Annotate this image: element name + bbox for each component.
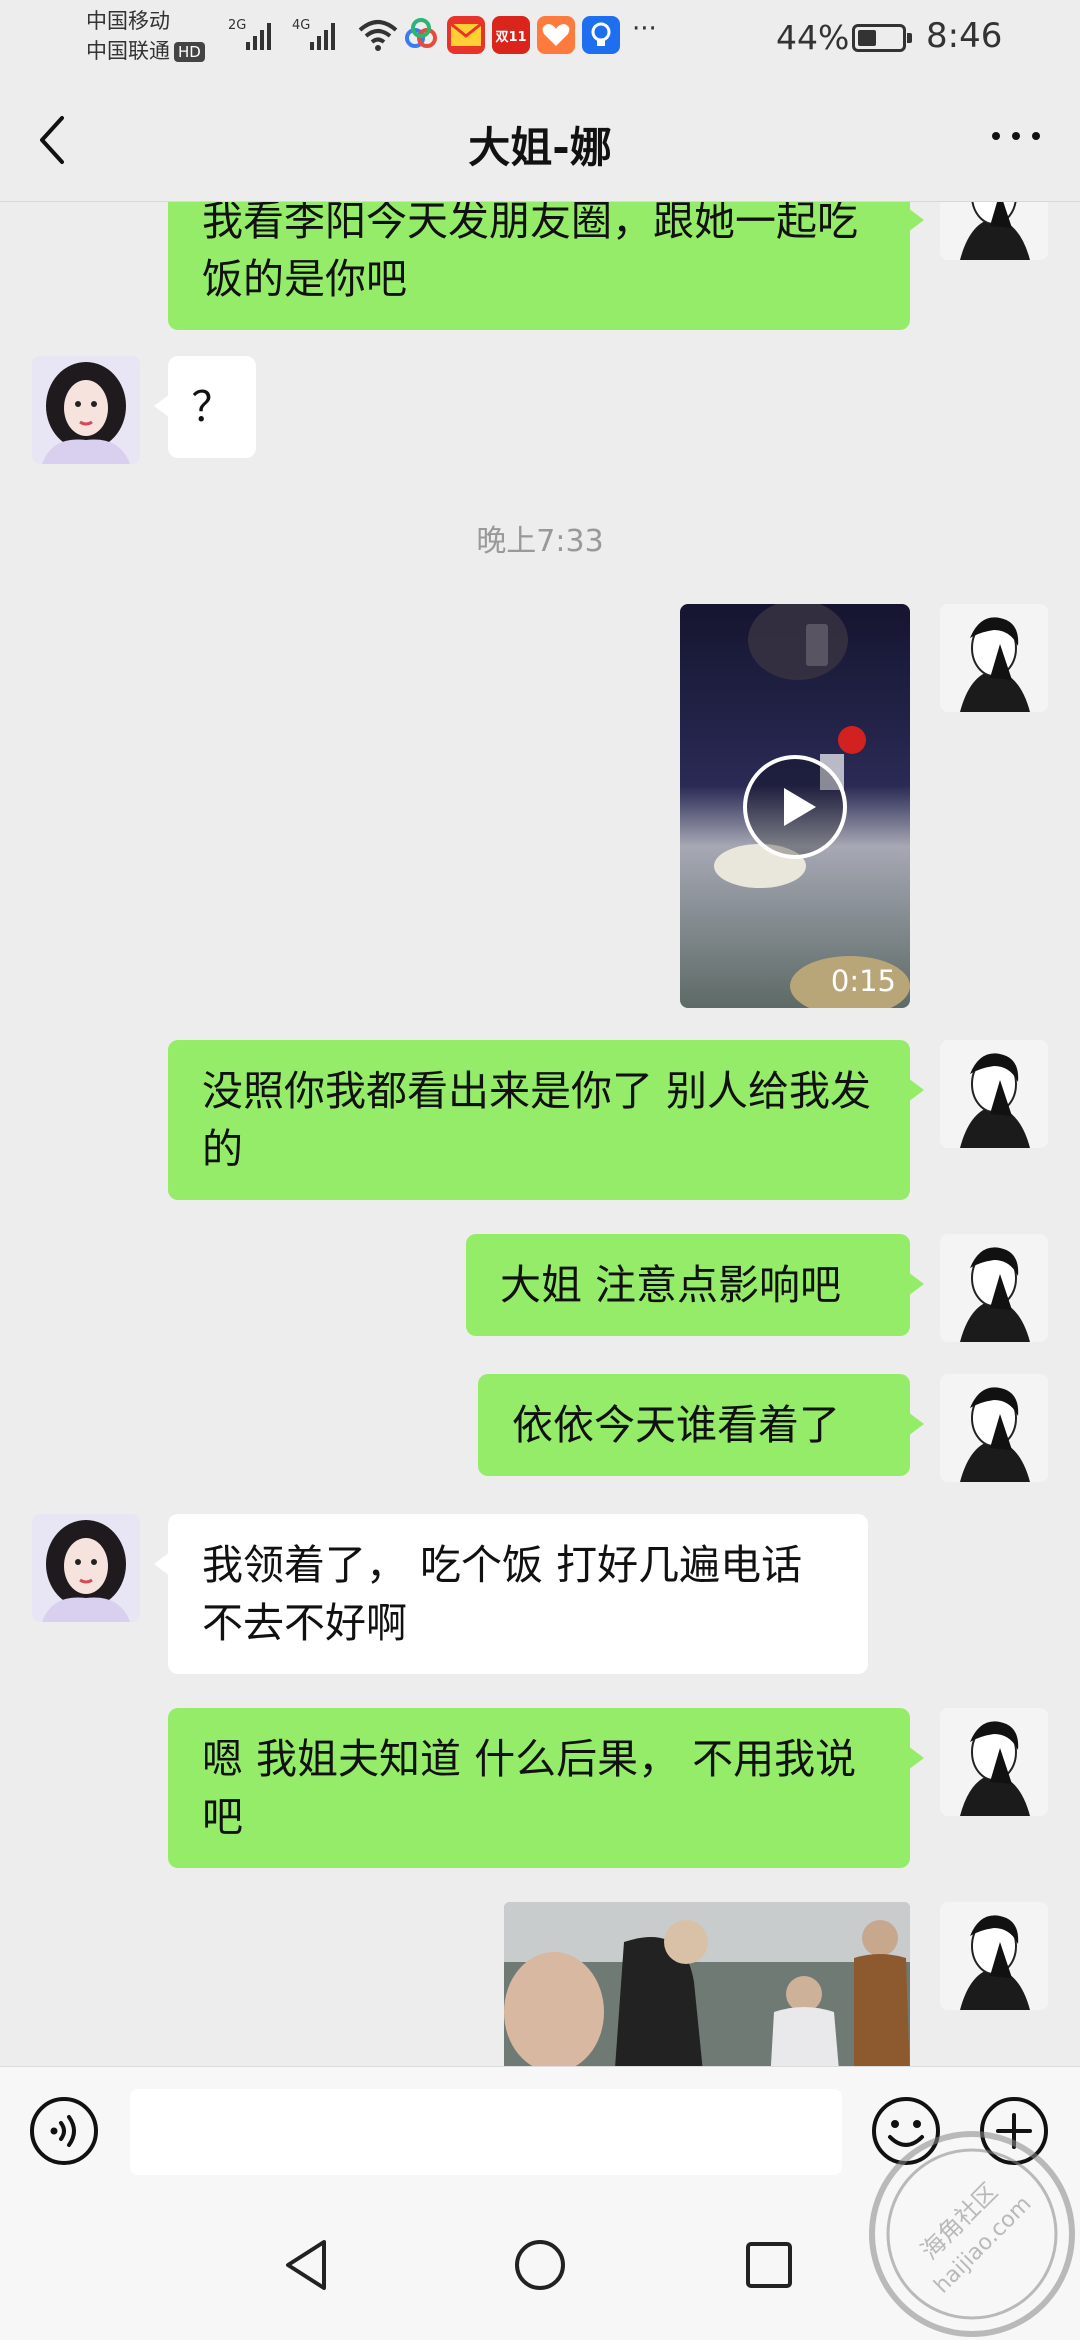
cloud-app-icon	[405, 18, 437, 48]
message-text: 嗯 我姐夫知道 什么后果， 不用我说吧	[202, 1735, 857, 1841]
image-message[interactable]	[504, 1902, 910, 2066]
message-bubble-outgoing[interactable]: 依依今天谁看着了	[478, 1374, 924, 1476]
watermark-logo: 海角社区 haijiao.com	[869, 2131, 1075, 2337]
chat-title: 大姐-娜	[468, 123, 612, 172]
carrier-info: 中国移动 中国联通 HD	[86, 6, 205, 66]
shopping-app-icon: 双11	[492, 16, 530, 54]
video-duration: 0:15	[830, 964, 896, 998]
my-avatar[interactable]	[940, 604, 1048, 712]
my-avatar[interactable]	[940, 1040, 1048, 1148]
contact-avatar[interactable]	[32, 356, 140, 464]
signal-type-1: 2G	[228, 18, 247, 33]
more-notifications-icon: ···	[632, 14, 657, 44]
nav-back-icon[interactable]	[272, 2230, 342, 2300]
clock: 8:46	[926, 16, 1003, 56]
wifi-icon	[358, 20, 398, 51]
play-icon[interactable]	[742, 754, 848, 860]
message-bubble-outgoing[interactable]: 大姐 注意点影响吧	[466, 1234, 924, 1336]
message-bubble-incoming[interactable]: 我领着了， 吃个饭 打好几遍电话 不去不好啊	[154, 1514, 868, 1674]
message-text: 我看李阳今天发朋友圈，跟她一起吃饭的是你吧	[202, 202, 858, 303]
voice-icon[interactable]	[28, 2095, 100, 2167]
message-text: 我领着了， 吃个饭 打好几遍电话 不去不好啊	[202, 1541, 803, 1647]
carrier-1: 中国移动	[86, 9, 170, 33]
my-avatar[interactable]	[940, 1234, 1048, 1342]
battery-percent: 44%	[776, 18, 850, 57]
nav-home-icon[interactable]	[505, 2230, 575, 2300]
chat-header: 大姐-娜	[0, 76, 1080, 202]
my-avatar[interactable]	[940, 1902, 1048, 2010]
hd-badge: HD	[174, 42, 205, 62]
message-bubble-outgoing[interactable]: 没照你我都看出来是你了 别人给我发的	[168, 1040, 924, 1200]
message-input[interactable]	[130, 2089, 842, 2175]
message-bubble-outgoing[interactable]: 嗯 我姐夫知道 什么后果， 不用我说吧	[168, 1708, 924, 1868]
signal-type-2: 4G	[292, 18, 311, 33]
contact-avatar[interactable]	[32, 1514, 140, 1622]
more-options-icon[interactable]	[986, 116, 1046, 156]
timestamp: 晚上7:33	[476, 524, 604, 559]
my-avatar[interactable]	[940, 202, 1048, 260]
status-bar: 中国移动 中国联通 HD 2G 4G 双11 ··· 44% 8:46	[0, 0, 1080, 76]
message-list[interactable]: 我看李阳今天发朋友圈，跟她一起吃饭的是你吧 ？ 晚上7:33 0:15 没照你我…	[0, 202, 1080, 2066]
nav-recents-icon[interactable]	[734, 2230, 804, 2300]
signal-bars-1-icon	[246, 20, 271, 50]
message-text: 没照你我都看出来是你了 别人给我发的	[202, 1067, 872, 1173]
carrier-2: 中国联通	[86, 39, 170, 63]
message-bubble-outgoing[interactable]: 我看李阳今天发朋友圈，跟她一起吃饭的是你吧	[168, 202, 924, 330]
message-text: 依依今天谁看着了	[512, 1401, 840, 1449]
signal-bars-2-icon	[310, 20, 335, 50]
lightbulb-app-icon	[582, 16, 620, 54]
message-text: ？	[191, 383, 233, 431]
video-message[interactable]: 0:15	[680, 604, 910, 1008]
health-app-icon	[537, 16, 575, 54]
my-avatar[interactable]	[940, 1374, 1048, 1482]
message-text: 大姐 注意点影响吧	[500, 1261, 842, 1309]
mail-app-icon	[447, 16, 485, 54]
my-avatar[interactable]	[940, 1708, 1048, 1816]
message-bubble-incoming[interactable]: ？	[154, 356, 256, 458]
battery-icon	[852, 24, 912, 52]
